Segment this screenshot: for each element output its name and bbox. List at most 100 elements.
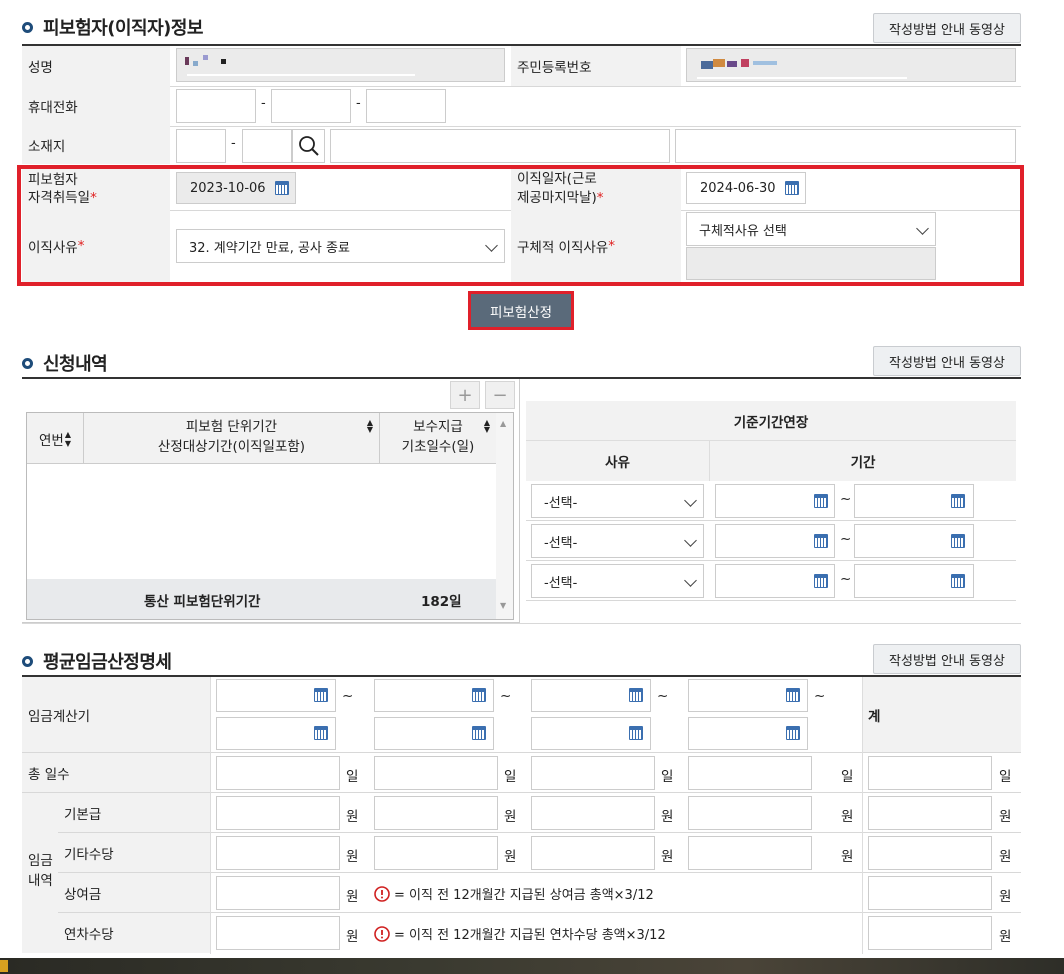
won-unit: 원 [346,849,359,865]
calendar-icon[interactable] [786,688,800,702]
other-allowance-label: 기타수당 [58,833,210,872]
address-search-button[interactable] [292,129,325,163]
extend-start-date-1[interactable] [715,484,835,518]
basic-pay-input-4[interactable] [688,796,812,830]
annual-leave-pay-input-1[interactable] [216,916,340,950]
phone-input-3[interactable] [366,89,446,123]
extend-col-reason: 사유 [526,441,710,481]
add-row-button[interactable]: + [450,381,480,409]
bullet-icon [22,655,33,667]
bullet-icon [22,357,33,369]
total-days-input-1[interactable] [216,756,340,790]
calendar-icon[interactable] [951,574,965,588]
basic-pay-input-1[interactable] [216,796,340,830]
scroll-up-icon[interactable]: ▲ [500,419,506,428]
sort-icon[interactable]: ▲ ▼ [367,419,373,434]
extend-reason-select-2[interactable]: -선택- [531,524,704,558]
calendar-icon[interactable] [951,534,965,548]
calendar-icon[interactable] [814,534,828,548]
extend-end-date-1[interactable] [854,484,974,518]
phone-label: 휴대전화 [22,86,170,126]
calendar-icon[interactable] [472,726,486,740]
basic-pay-input-5[interactable] [868,796,992,830]
extend-reason-select-1[interactable]: -선택- [531,484,704,518]
zipcode-input-2[interactable] [242,129,292,163]
address-input-2[interactable] [675,129,1016,163]
bonus-input-1[interactable] [216,876,340,910]
guide-video-button-1[interactable]: 작성방법 안내 동영상 [873,13,1021,43]
day-unit: 일 [346,769,359,785]
other-allowance-input-1[interactable] [216,836,340,870]
guide-video-button-3[interactable]: 작성방법 안내 동영상 [873,644,1021,674]
calendar-icon[interactable] [951,494,965,508]
tilde: ~ [500,688,512,704]
won-unit: 원 [661,809,674,825]
other-allowance-input-3[interactable] [531,836,655,870]
extend-start-date-2[interactable] [715,524,835,558]
total-days-input-3[interactable] [531,756,655,790]
basic-pay-input-2[interactable] [374,796,498,830]
zipcode-input-1[interactable] [176,129,226,163]
wage-period-start-1[interactable] [216,679,336,712]
calendar-icon[interactable] [314,726,328,740]
other-allowance-input-4[interactable] [688,836,812,870]
wage-period-start-4[interactable] [688,679,808,712]
won-unit: 원 [999,849,1012,865]
search-icon [298,136,319,156]
total-days-input-2[interactable] [374,756,498,790]
wage-period-end-3[interactable] [531,717,651,750]
taskbar [0,958,1064,974]
total-days-input-5[interactable] [868,756,992,790]
tilde: ~ [814,688,826,704]
wage-period-end-2[interactable] [374,717,494,750]
phone-input-2[interactable] [271,89,351,123]
won-unit: 원 [346,889,359,905]
warning-icon [374,885,390,902]
total-days-input-4[interactable] [688,756,812,790]
calendar-icon[interactable] [472,688,486,702]
rrn-field [686,48,1016,82]
calendar-icon[interactable] [629,726,643,740]
won-unit: 원 [999,889,1012,905]
bonus-input-5[interactable] [868,876,992,910]
phone-input-1[interactable] [176,89,256,123]
scroll-down-icon[interactable]: ▼ [500,601,506,610]
basic-pay-label: 기본급 [58,793,210,832]
extend-reason-select-3[interactable]: -선택- [531,564,704,598]
calendar-icon[interactable] [814,574,828,588]
wage-period-end-4[interactable] [688,717,808,750]
extend-end-date-3[interactable] [854,564,974,598]
section-title-avg-wage: 평균임금산정명세 [22,648,172,674]
wage-period-start-2[interactable] [374,679,494,712]
bonus-label: 상여금 [58,873,210,912]
calendar-icon[interactable] [629,688,643,702]
address-label: 소재지 [22,126,170,164]
table-scrollbar[interactable]: ▲ ▼ [496,413,513,619]
won-unit: 원 [841,809,854,825]
remove-row-button[interactable]: − [485,381,515,409]
other-allowance-input-2[interactable] [374,836,498,870]
annual-note: = 이직 전 12개월간 지급된 연차수당 총액×3/12 [374,924,666,943]
basic-pay-input-3[interactable] [531,796,655,830]
taskbar-app-icon[interactable] [0,960,8,972]
other-allowance-input-5[interactable] [868,836,992,870]
calendar-icon[interactable] [814,494,828,508]
calendar-icon[interactable] [314,688,328,702]
col-header-year[interactable]: 연번 ▲ ▼ [27,413,84,464]
extend-end-date-2[interactable] [854,524,974,558]
col-header-days[interactable]: 보수지급 기초일수(일) ▲ ▼ [380,413,496,464]
tilde: ~ [840,531,852,547]
address-input-1[interactable] [330,129,670,163]
guide-video-button-2[interactable]: 작성방법 안내 동영상 [873,346,1021,376]
sort-icon[interactable]: ▲ ▼ [484,419,490,434]
col-header-period[interactable]: 피보험 단위기간 산정대상기간(이직일포함) ▲ ▼ [84,413,380,464]
won-unit: 원 [504,849,517,865]
wage-period-start-3[interactable] [531,679,651,712]
wage-period-end-1[interactable] [216,717,336,750]
extend-start-date-3[interactable] [715,564,835,598]
section-title-text: 평균임금산정명세 [43,652,172,673]
tilde: ~ [342,688,354,704]
calendar-icon[interactable] [786,726,800,740]
calc-insurance-button[interactable]: 피보험산정 [468,291,574,330]
annual-leave-pay-input-5[interactable] [868,916,992,950]
